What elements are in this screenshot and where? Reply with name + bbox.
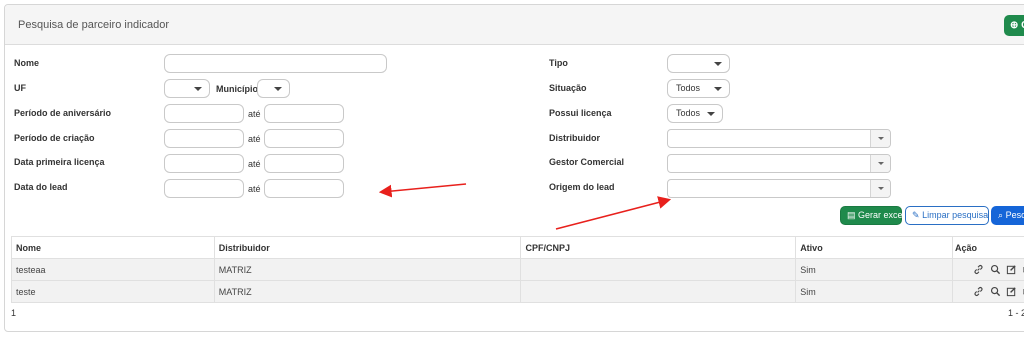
table-row: testeaa MATRIZ Sim <box>11 258 1024 281</box>
limpar-pesquisa-button[interactable]: ✎ Limpar pesquisa <box>905 206 989 225</box>
cell-cpf <box>520 258 797 281</box>
column-header[interactable]: Nome <box>11 236 215 259</box>
pesquisar-button[interactable]: ⌕ Peso <box>991 206 1024 225</box>
table-row: teste MATRIZ Sim <box>11 280 1024 303</box>
column-header[interactable]: CPF/CNPJ <box>520 236 797 259</box>
link-icon[interactable] <box>973 264 984 275</box>
cell-ativo: Sim <box>795 258 954 281</box>
page-number[interactable]: 1 <box>11 308 16 318</box>
cell-acoes <box>952 258 1024 281</box>
eraser-icon: ✎ <box>912 210 920 220</box>
cell-acoes <box>952 280 1024 303</box>
column-header[interactable]: Ativo <box>795 236 954 259</box>
arrow-left <box>378 183 467 198</box>
search-icon[interactable] <box>990 286 1001 297</box>
excel-icon: ▤ <box>847 210 856 220</box>
cell-distribuidor: MATRIZ <box>213 258 522 281</box>
column-header: Ação <box>952 236 1024 259</box>
cell-nome: testeaa <box>11 258 215 281</box>
record-range: 1 - 2 <box>1008 308 1024 318</box>
link-icon[interactable] <box>973 286 984 297</box>
cell-cpf <box>520 280 797 303</box>
search-icon[interactable] <box>990 264 1001 275</box>
arrow-right <box>555 196 672 230</box>
gerar-excel-button[interactable]: ▤ Gerar excel <box>840 206 905 225</box>
edit-icon[interactable] <box>1006 264 1017 275</box>
cell-nome: teste <box>11 280 215 303</box>
results-table: Nome Distribuidor CPF/CNPJ Ativo Ação te… <box>11 236 1024 303</box>
column-header[interactable]: Distribuidor <box>213 236 522 259</box>
table-header-row: Nome Distribuidor CPF/CNPJ Ativo Ação <box>11 236 1024 259</box>
cell-distribuidor: MATRIZ <box>213 280 522 303</box>
search-icon: ⌕ <box>998 210 1004 220</box>
cell-ativo: Sim <box>795 280 954 303</box>
edit-icon[interactable] <box>1006 286 1017 297</box>
